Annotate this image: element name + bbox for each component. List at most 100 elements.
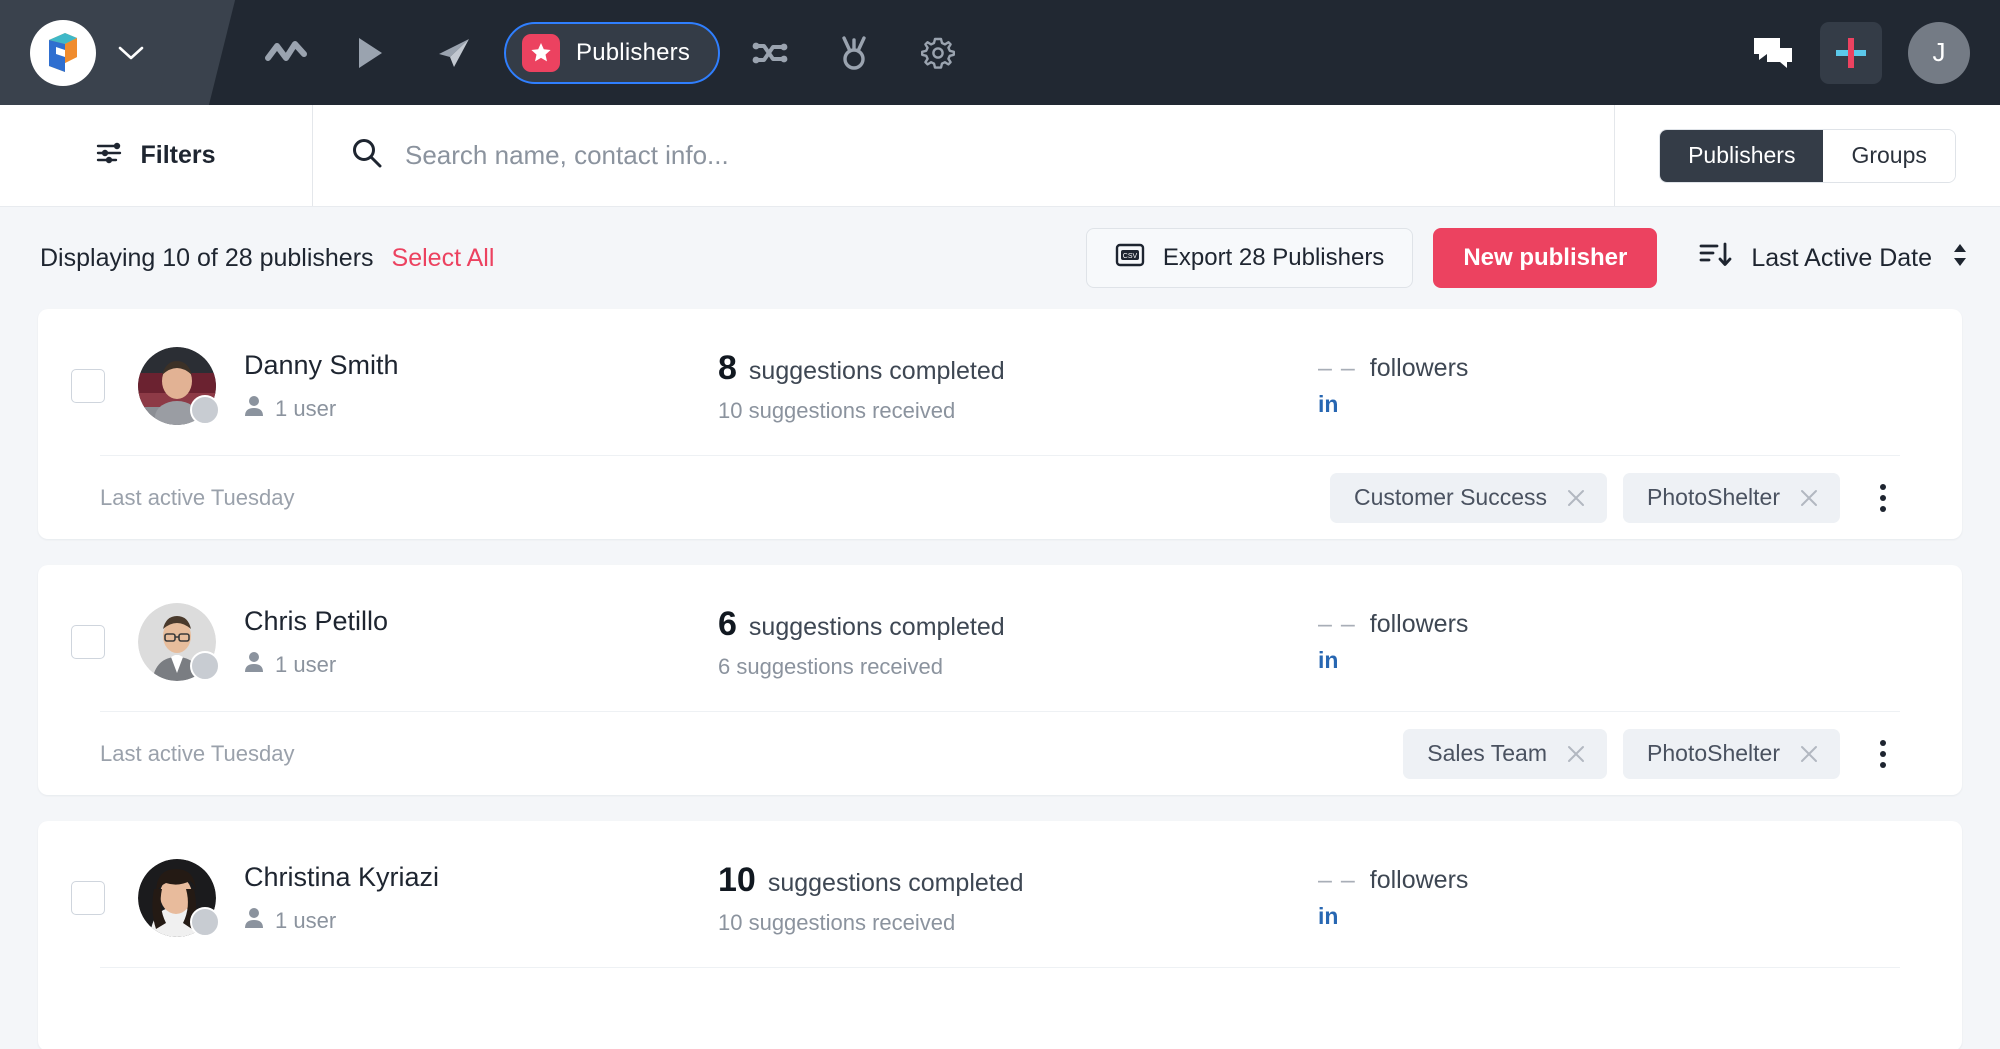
publisher-card-main: Danny Smith 1 user 8 suggestions complet… xyxy=(38,309,1962,455)
publisher-card[interactable]: Danny Smith 1 user 8 suggestions complet… xyxy=(38,309,1962,539)
select-cell xyxy=(38,881,138,915)
search-icon xyxy=(351,137,383,174)
linkedin-icon[interactable]: in xyxy=(1318,903,1962,930)
toggle-groups[interactable]: Groups xyxy=(1823,129,1955,182)
avatar[interactable]: J xyxy=(1908,21,1970,84)
suggestions-received: 10 suggestions received xyxy=(718,909,956,935)
svg-text:CSV: CSV xyxy=(1123,253,1138,260)
sort-control[interactable]: Last Active Date xyxy=(1699,241,1970,276)
suggestions-stats: 6 suggestions completed 6 suggestions re… xyxy=(718,605,1318,680)
publisher-users: 1 user xyxy=(244,395,399,423)
toggle-publishers[interactable]: Publishers xyxy=(1660,129,1824,182)
export-label: Export 28 Publishers xyxy=(1162,244,1385,271)
person-icon xyxy=(244,907,264,935)
remove-tag-icon[interactable] xyxy=(1565,487,1587,509)
tag-chip[interactable]: Customer Success xyxy=(1330,472,1608,523)
followers-label: followers xyxy=(1369,610,1469,638)
play-icon[interactable] xyxy=(328,0,412,105)
tag-chip[interactable]: PhotoShelter xyxy=(1623,728,1840,779)
shuffle-icon[interactable] xyxy=(728,0,812,105)
tag-chip[interactable]: Sales Team xyxy=(1403,728,1608,779)
suggestions-completed-count: 6 xyxy=(718,604,737,643)
followers-stats: – – followers in xyxy=(1318,354,1962,418)
publisher-info: Chris Petillo 1 user xyxy=(244,606,388,679)
select-cell xyxy=(38,369,138,403)
publisher-card[interactable]: Christina Kyriazi 1 user 10 suggestions … xyxy=(38,821,1962,1049)
row-checkbox[interactable] xyxy=(71,881,105,915)
suggestions-stats: 8 suggestions completed 10 suggestions r… xyxy=(718,349,1318,424)
row-checkbox[interactable] xyxy=(71,625,105,659)
row-checkbox[interactable] xyxy=(71,369,105,403)
analytics-icon[interactable] xyxy=(244,0,328,105)
publisher-list: Danny Smith 1 user 8 suggestions complet… xyxy=(0,309,2000,1049)
publisher-card-footer: Last active Tuesday Customer Success Pho… xyxy=(100,455,1900,539)
medal-icon[interactable] xyxy=(812,0,896,105)
followers-value: – – xyxy=(1318,866,1356,894)
gear-icon[interactable] xyxy=(896,0,980,105)
sliders-icon xyxy=(96,139,124,172)
person-icon xyxy=(244,651,264,679)
remove-tag-icon[interactable] xyxy=(1798,743,1820,765)
followers-stats: – – followers in xyxy=(1318,610,1962,674)
tag-label: Customer Success xyxy=(1354,484,1548,510)
list-toolbar: Displaying 10 of 28 publishers Select Al… xyxy=(0,207,2000,309)
suggestions-completed-count: 10 xyxy=(718,860,756,899)
row-menu-icon[interactable] xyxy=(1866,734,1900,774)
view-toggle: Publishers Groups xyxy=(1615,105,2000,206)
publisher-card-main: Chris Petillo 1 user 6 suggestions compl… xyxy=(38,565,1962,711)
suggestions-completed-label: suggestions completed xyxy=(748,356,1005,385)
avatar-wrapper xyxy=(138,859,220,937)
avatar-wrapper xyxy=(138,603,220,681)
avatar-wrapper xyxy=(138,347,220,425)
star-icon xyxy=(522,33,560,72)
tag-chip[interactable]: PhotoShelter xyxy=(1623,472,1840,523)
linkedin-icon[interactable]: in xyxy=(1318,647,1962,674)
publisher-name[interactable]: Danny Smith xyxy=(244,350,399,381)
csv-file-icon: CSV xyxy=(1115,241,1145,276)
publisher-users-label: 1 user xyxy=(275,907,337,933)
up-down-caret-icon[interactable] xyxy=(1950,241,1970,276)
followers-value: – – xyxy=(1318,354,1356,382)
sort-descending-icon xyxy=(1699,241,1733,276)
publisher-users-label: 1 user xyxy=(275,651,337,677)
export-publishers-button[interactable]: CSV Export 28 Publishers xyxy=(1085,228,1414,288)
tag-label: Sales Team xyxy=(1427,740,1548,766)
publisher-card-footer: Last active Tuesday Sales Team PhotoShel… xyxy=(100,711,1900,795)
person-icon xyxy=(244,395,264,423)
nav-icon-group: Publishers xyxy=(244,0,980,105)
status-dot xyxy=(190,395,220,425)
new-publisher-button[interactable]: New publisher xyxy=(1433,228,1658,288)
publisher-identity: Chris Petillo 1 user xyxy=(138,603,718,681)
last-active-label: Last active Tuesday xyxy=(100,484,295,510)
chevron-down-icon[interactable] xyxy=(118,45,144,61)
publisher-name[interactable]: Christina Kyriazi xyxy=(244,862,439,893)
publisher-name[interactable]: Chris Petillo xyxy=(244,606,388,637)
filters-button[interactable]: Filters xyxy=(0,105,313,206)
followers-stats: – – followers in xyxy=(1318,866,1962,930)
search-input[interactable] xyxy=(405,140,1542,171)
results-count: Displaying 10 of 28 publishers xyxy=(40,243,374,272)
status-dot xyxy=(190,651,220,681)
publisher-card-footer xyxy=(100,967,1900,1049)
publisher-users: 1 user xyxy=(244,907,439,935)
publisher-card[interactable]: Chris Petillo 1 user 6 suggestions compl… xyxy=(38,565,1962,795)
tab-publishers-label: Publishers xyxy=(576,38,691,66)
suggestions-completed-label: suggestions completed xyxy=(767,868,1024,897)
suggestions-stats: 10 suggestions completed 10 suggestions … xyxy=(718,861,1318,936)
suggestions-completed-count: 8 xyxy=(718,348,737,387)
app-logo[interactable] xyxy=(30,19,96,86)
plus-icon[interactable] xyxy=(1820,21,1882,84)
tag-label: PhotoShelter xyxy=(1647,484,1780,510)
select-all-link[interactable]: Select All xyxy=(392,244,495,273)
suggestions-completed-label: suggestions completed xyxy=(748,612,1005,641)
tab-publishers[interactable]: Publishers xyxy=(504,21,721,84)
linkedin-icon[interactable]: in xyxy=(1318,391,1962,418)
remove-tag-icon[interactable] xyxy=(1565,743,1587,765)
publisher-info: Danny Smith 1 user xyxy=(244,350,399,423)
chat-icon[interactable] xyxy=(1752,35,1794,71)
tag-group: Sales Team PhotoShelter xyxy=(1403,728,1900,779)
row-menu-icon[interactable] xyxy=(1866,478,1900,518)
followers-label: followers xyxy=(1369,866,1469,894)
remove-tag-icon[interactable] xyxy=(1798,487,1820,509)
send-icon[interactable] xyxy=(412,0,496,105)
